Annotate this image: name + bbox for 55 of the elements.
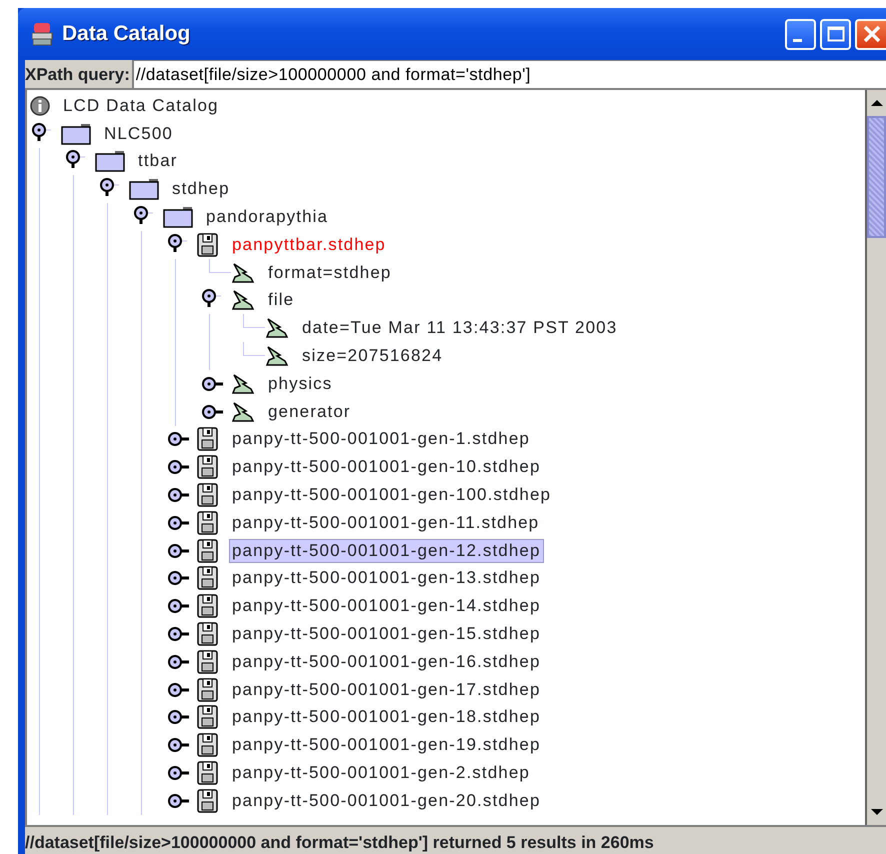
info-icon bbox=[30, 94, 50, 117]
query-label: XPath query: bbox=[25, 64, 131, 86]
tree-node[interactable]: stdhep bbox=[169, 177, 233, 202]
tree-line bbox=[209, 258, 231, 273]
folder-icon bbox=[129, 178, 159, 200]
maximize-icon bbox=[826, 26, 844, 42]
tree-node[interactable]: panpy-tt-500-001001-gen-15.stdhep bbox=[229, 622, 544, 646]
scrollbar[interactable] bbox=[865, 90, 886, 825]
arrow-icon bbox=[231, 262, 255, 284]
minimize-icon bbox=[793, 38, 802, 42]
tree-node[interactable]: physics bbox=[265, 372, 336, 396]
arrow-icon bbox=[231, 289, 255, 312]
maximize-button[interactable] bbox=[820, 18, 851, 50]
folder-icon bbox=[163, 206, 193, 228]
status-text: //dataset[file/size>100000000 and format='stdhep'] returned 5 results in 260ms bbox=[25, 825, 886, 854]
tree-node[interactable]: panpy-tt-500-001001-gen-20.stdhep bbox=[229, 788, 544, 813]
arrow-icon bbox=[265, 317, 289, 340]
tree-node[interactable]: panpy-tt-500-001001-gen-2.stdhep bbox=[229, 761, 533, 786]
arrow-icon bbox=[265, 345, 289, 368]
tree-node[interactable]: format=stdhep bbox=[265, 260, 394, 285]
arrow-icon bbox=[231, 372, 255, 395]
tree-node[interactable]: panpy-tt-500-001001-gen-10.stdhep bbox=[229, 455, 544, 480]
down-arrow-icon bbox=[870, 808, 882, 816]
tree-node[interactable]: panpy-tt-500-001001-gen-17.stdhep bbox=[229, 678, 544, 702]
tree-node[interactable]: panpy-tt-500-001001-gen-11.stdhep bbox=[229, 510, 542, 535]
tree-line bbox=[243, 342, 265, 356]
tree-node[interactable]: ttbar bbox=[135, 149, 181, 174]
tree-node[interactable]: panpy-tt-500-001001-gen-13.stdhep bbox=[229, 566, 544, 590]
folder-icon bbox=[61, 122, 91, 145]
window-title: Data Catalog bbox=[62, 21, 190, 48]
folder-icon bbox=[95, 150, 125, 172]
tree-node[interactable]: generator bbox=[265, 400, 354, 424]
tree-node[interactable]: pandorapythia bbox=[203, 205, 332, 230]
tree-node[interactable]: panpy-tt-500-001001-gen-19.stdhep bbox=[229, 733, 544, 758]
tree-node[interactable]: size=207516824 bbox=[299, 344, 446, 368]
tree-node[interactable]: panpy-tt-500-001001-gen-16.stdhep bbox=[229, 650, 544, 674]
tree-line bbox=[243, 314, 265, 328]
tree-node[interactable]: panpy-tt-500-001001-gen-12.stdhep bbox=[229, 538, 544, 563]
query-field[interactable]: //dataset[file/size>100000000 and format='stdhep'] bbox=[132, 60, 886, 88]
tree-node[interactable]: panpy-tt-500-001001-gen-1.stdhep bbox=[229, 427, 533, 452]
tree-node[interactable]: file bbox=[265, 288, 298, 312]
tree-node[interactable]: NLC500 bbox=[101, 122, 176, 146]
tree-node[interactable]: panpy-tt-500-001001-gen-18.stdhep bbox=[229, 705, 544, 730]
tree-node[interactable]: panpyttbar.stdhep bbox=[229, 232, 389, 257]
minimize-button[interactable] bbox=[785, 18, 816, 50]
tree-node[interactable]: LCD Data Catalog bbox=[60, 94, 222, 118]
app-icon bbox=[30, 21, 54, 47]
tree-node[interactable]: panpy-tt-500-001001-gen-14.stdhep bbox=[229, 594, 544, 618]
tree-node[interactable]: panpy-tt-500-001001-gen-100.stdhep bbox=[229, 483, 554, 508]
close-button[interactable] bbox=[855, 18, 886, 50]
close-icon bbox=[862, 24, 882, 44]
scroll-thumb[interactable] bbox=[867, 116, 886, 238]
arrow-icon bbox=[231, 400, 255, 423]
up-arrow-icon bbox=[870, 99, 882, 107]
tree-node[interactable]: date=Tue Mar 11 13:43:37 PST 2003 bbox=[299, 316, 620, 340]
